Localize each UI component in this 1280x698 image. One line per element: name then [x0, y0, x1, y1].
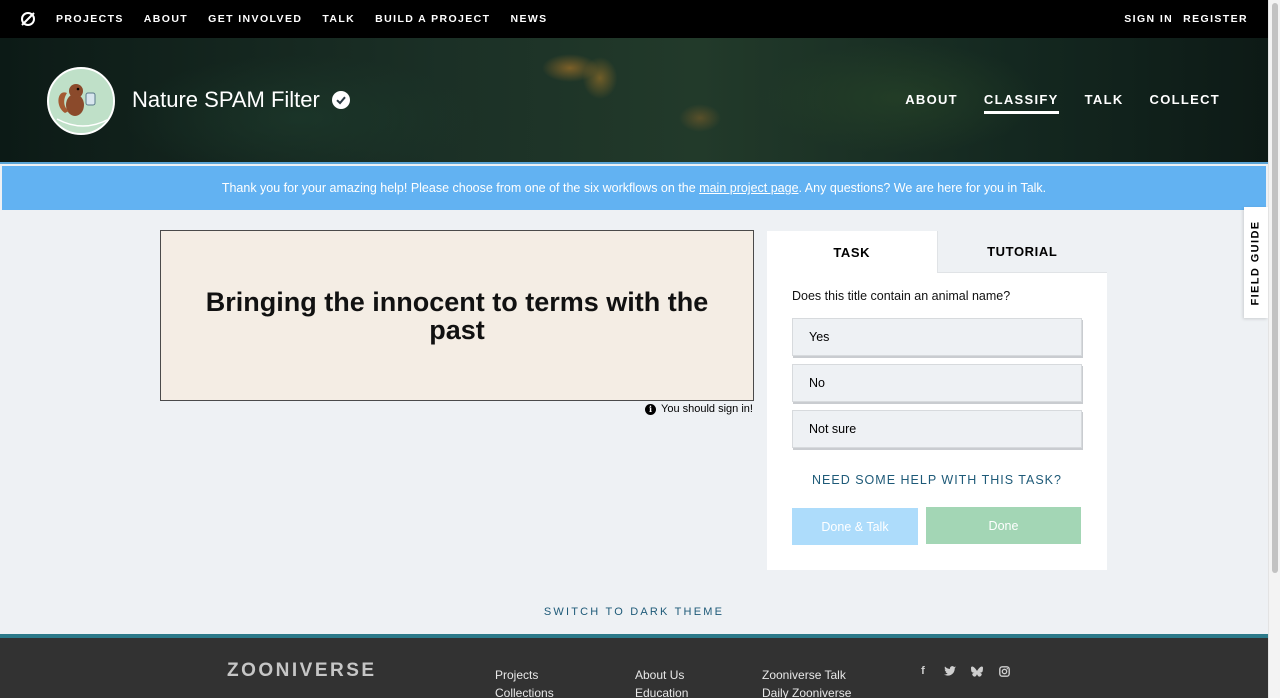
- announcement-text-end: . Any questions? We are here for you in …: [798, 181, 1047, 195]
- footer-link-projects[interactable]: Projects: [495, 668, 554, 683]
- footer-link-zooniverse-talk[interactable]: Zooniverse Talk: [762, 668, 851, 683]
- answer-no-button[interactable]: No: [792, 364, 1082, 402]
- global-nav: PROJECTS ABOUT GET INVOLVED TALK BUILD A…: [0, 0, 1268, 38]
- task-question: Does this title contain an animal name?: [792, 289, 1011, 303]
- bluesky-icon[interactable]: [971, 665, 983, 677]
- project-nav-collect[interactable]: COLLECT: [1150, 92, 1220, 114]
- social-links: f: [917, 665, 1010, 677]
- zooniverse-logo-icon[interactable]: [18, 9, 38, 29]
- main-project-page-link[interactable]: main project page: [699, 181, 798, 195]
- subject-text: Bringing the innocent to terms with the …: [205, 286, 709, 345]
- scrollbar-thumb[interactable]: [1272, 3, 1278, 573]
- done-and-talk-button[interactable]: Done & Talk: [792, 508, 918, 545]
- footer-link-about-us[interactable]: About Us: [635, 668, 688, 683]
- sign-in-note: i You should sign in!: [645, 403, 753, 415]
- nav-build-a-project[interactable]: BUILD A PROJECT: [375, 13, 490, 25]
- tab-tutorial[interactable]: TUTORIAL: [936, 231, 1107, 273]
- project-avatar[interactable]: [47, 67, 115, 135]
- project-title[interactable]: Nature SPAM Filter: [132, 87, 320, 113]
- instagram-icon[interactable]: [998, 665, 1010, 677]
- footer-column-about: About Us Education: [635, 668, 688, 698]
- field-guide-tab[interactable]: FIELD GUIDE: [1244, 207, 1268, 318]
- footer-link-education[interactable]: Education: [635, 686, 688, 698]
- facebook-icon[interactable]: f: [917, 665, 929, 677]
- announcement-text-start: Thank you for your amazing help! Please …: [221, 181, 696, 195]
- verified-badge-icon: [331, 91, 350, 109]
- done-button[interactable]: Done: [926, 507, 1081, 544]
- sign-in-note-text: You should sign in!: [661, 403, 753, 415]
- tab-task[interactable]: TASK: [767, 231, 937, 273]
- nav-talk[interactable]: TALK: [322, 13, 355, 25]
- sign-in-link[interactable]: SIGN IN: [1124, 13, 1173, 25]
- nav-news[interactable]: NEWS: [510, 13, 547, 25]
- nav-about[interactable]: ABOUT: [144, 13, 188, 25]
- project-nav: ABOUT CLASSIFY TALK COLLECT: [905, 92, 1220, 114]
- field-guide-label: FIELD GUIDE: [1250, 219, 1263, 306]
- task-tabs: TASK TUTORIAL: [767, 231, 1107, 273]
- task-panel: TASK TUTORIAL Does this title contain an…: [767, 231, 1107, 570]
- task-help-link[interactable]: NEED SOME HELP WITH THIS TASK?: [767, 473, 1107, 487]
- project-title-wrap: Nature SPAM Filter: [132, 87, 350, 113]
- info-icon: i: [645, 403, 656, 415]
- global-nav-links: PROJECTS ABOUT GET INVOLVED TALK BUILD A…: [56, 13, 568, 25]
- project-nav-about[interactable]: ABOUT: [905, 92, 958, 114]
- project-nav-classify[interactable]: CLASSIFY: [983, 92, 1059, 114]
- announcement-banner: Thank you for your amazing help! Please …: [2, 166, 1266, 210]
- project-header: Nature SPAM Filter ABOUT CLASSIFY TALK C…: [0, 38, 1268, 164]
- footer-column-talk: Zooniverse Talk Daily Zooniverse: [762, 668, 851, 698]
- nav-projects[interactable]: PROJECTS: [56, 13, 124, 25]
- answer-not-sure-button[interactable]: Not sure: [792, 410, 1082, 448]
- page-scrollbar[interactable]: [1268, 0, 1280, 698]
- project-nav-talk[interactable]: TALK: [1085, 92, 1124, 114]
- subject-viewer: Bringing the innocent to terms with the …: [160, 230, 754, 401]
- auth-links: SIGN IN REGISTER: [1124, 0, 1248, 38]
- switch-theme-button[interactable]: SWITCH TO DARK THEME: [0, 606, 1268, 618]
- register-link[interactable]: REGISTER: [1183, 13, 1248, 25]
- footer-link-daily-zooniverse[interactable]: Daily Zooniverse: [762, 686, 851, 698]
- footer-brand-logo[interactable]: ZOONIVERSE: [227, 660, 377, 682]
- footer-column-projects: Projects Collections: [495, 668, 554, 698]
- footer-link-collections[interactable]: Collections: [495, 686, 554, 698]
- answer-yes-button[interactable]: Yes: [792, 318, 1082, 356]
- nav-get-involved[interactable]: GET INVOLVED: [208, 13, 302, 25]
- site-footer: ZOONIVERSE Projects Collections About Us…: [0, 634, 1268, 698]
- twitter-icon[interactable]: [944, 665, 956, 677]
